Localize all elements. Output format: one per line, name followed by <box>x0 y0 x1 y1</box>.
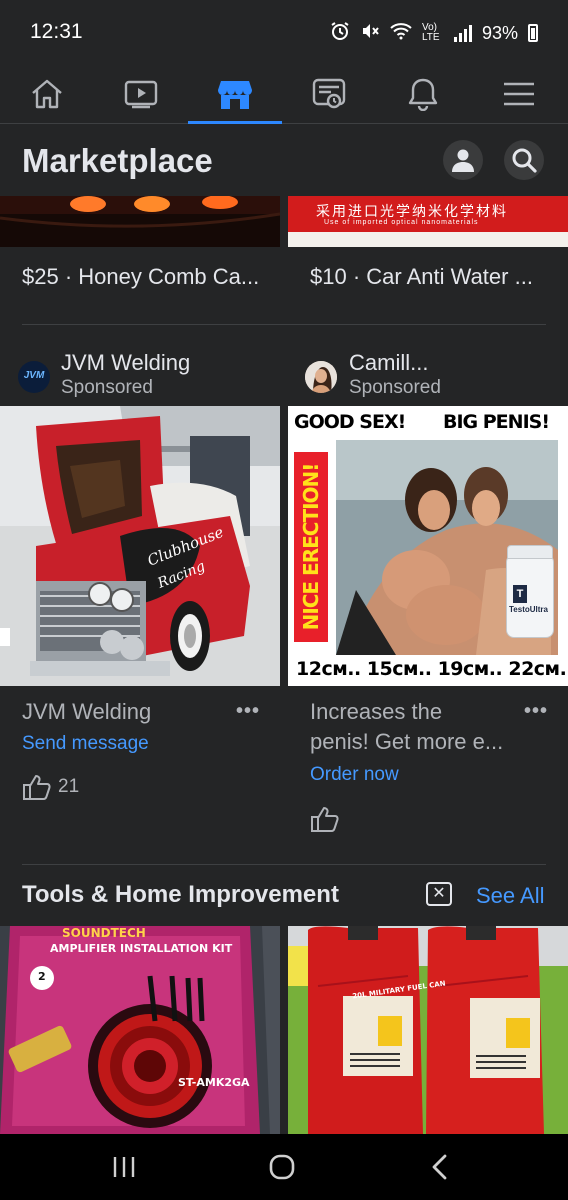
listing-image-honeycomb[interactable] <box>0 196 280 247</box>
search-icon <box>512 148 537 173</box>
ad-title[interactable]: JVM Welding <box>22 697 151 727</box>
order-now-button[interactable]: Order now <box>310 764 399 786</box>
profile-button[interactable] <box>443 140 483 180</box>
nav-menu[interactable] <box>470 64 568 124</box>
tools-item-amp-kit[interactable]: SOUNDTECH AMPLIFIER INSTALLATION KIT 2 S… <box>0 926 280 1134</box>
alarm-icon <box>330 21 350 46</box>
news-feed-icon <box>312 78 346 109</box>
avatar[interactable]: JVM <box>18 361 50 393</box>
home-button[interactable] <box>242 1134 322 1200</box>
battery-percent: 93% <box>481 22 518 43</box>
send-message-button[interactable]: Send message <box>22 733 149 755</box>
network-label: Vo) LTE <box>421 22 440 43</box>
thumbs-up-icon <box>311 807 339 832</box>
home-button-icon <box>269 1154 295 1180</box>
back-button[interactable] <box>400 1134 480 1200</box>
see-all-link[interactable]: See All <box>476 883 545 909</box>
listing-image-anti-water[interactable]: 采用进口光学纳米化学材料 Use of imported optical nan… <box>288 196 568 247</box>
tools-item-fuel-cans[interactable]: 20L MILITARY FUEL CAN <box>288 926 568 1134</box>
nav-marketplace[interactable] <box>188 64 282 124</box>
bell-icon <box>408 78 438 111</box>
mute-icon <box>360 21 380 46</box>
ad-image-sizes: 12см.. 15см.. 19см.. 22см.. <box>296 658 568 680</box>
marketplace-icon <box>218 81 252 109</box>
back-icon <box>432 1154 447 1180</box>
page-title: Marketplace <box>22 142 213 179</box>
fuel-can-photo <box>288 926 568 1134</box>
status-icons: Vo) LTE 93% <box>330 20 538 46</box>
status-bar: 12:31 Vo) LTE 93% <box>0 0 568 64</box>
ad-title-line1[interactable]: Increases the <box>310 697 442 727</box>
amp-kit-label: AMPLIFIER INSTALLATION KIT <box>50 942 233 955</box>
listing-banner-text: 采用进口光学纳米化学材料 <box>316 204 508 220</box>
signal-icon <box>453 24 472 42</box>
like-button[interactable]: 21 <box>22 773 79 801</box>
home-icon <box>32 79 62 109</box>
product-bottle: T TestoUltra <box>506 545 554 638</box>
recents-button[interactable] <box>84 1134 164 1200</box>
car-photo: Clubhouse Racing <box>0 406 280 686</box>
listing-photo <box>0 196 280 247</box>
product-bottle-label: TestoUltra <box>509 605 548 614</box>
top-navigation <box>0 64 568 124</box>
nav-video[interactable] <box>94 64 188 124</box>
listing-banner-subtext: Use of imported optical nanomaterials <box>324 219 479 226</box>
ad-image-side-text: NICE ERECTION! <box>294 452 328 642</box>
avatar-label: JVM <box>23 370 45 381</box>
avatar[interactable] <box>305 361 337 393</box>
listing-title[interactable]: $10 · Car Anti Water ... <box>310 264 560 290</box>
amp-kit-model: ST-AMK2GA <box>178 1076 250 1089</box>
battery-icon <box>528 24 538 42</box>
sponsor-name[interactable]: Camill... <box>349 350 428 376</box>
divider <box>22 324 546 325</box>
thumbs-up-icon <box>23 775 51 800</box>
system-navigation-bar <box>0 1134 568 1200</box>
divider <box>22 864 546 865</box>
amp-kit-gauge: 2 <box>38 970 46 983</box>
nav-feeds[interactable] <box>282 64 376 124</box>
more-options-button[interactable]: ••• <box>236 700 260 723</box>
wifi-icon <box>390 22 412 45</box>
section-title: Tools & Home Improvement <box>22 881 339 908</box>
amp-kit-brand: SOUNDTECH <box>62 926 146 940</box>
ad-image-car[interactable]: Clubhouse Racing <box>0 406 280 686</box>
sponsored-label: Sponsored <box>349 377 441 398</box>
like-count: 21 <box>58 776 80 797</box>
ad-image-headline-right: BIG PENIS! <box>443 411 550 433</box>
marketplace-header: Marketplace <box>0 124 568 196</box>
avatar-photo <box>305 361 337 393</box>
close-icon: ✕ <box>432 885 446 902</box>
video-icon <box>124 80 158 109</box>
search-button[interactable] <box>504 140 544 180</box>
nav-notifications[interactable] <box>376 64 470 124</box>
menu-icon <box>504 82 534 106</box>
ad-image-headline-left: GOOD SEX! <box>294 411 406 433</box>
nav-home[interactable] <box>0 64 94 124</box>
listing-title[interactable]: $25 · Honey Comb Ca... <box>22 264 272 290</box>
sponsor-name[interactable]: JVM Welding <box>61 350 190 376</box>
ad-image-product[interactable]: GOOD SEX! BIG PENIS! NICE ERECTION! T Te… <box>288 406 568 686</box>
ad-title-line2[interactable]: penis! Get more e... <box>310 727 503 757</box>
amp-kit-photo <box>0 926 280 1134</box>
recents-icon <box>113 1157 135 1177</box>
status-time: 12:31 <box>30 20 83 43</box>
more-options-button[interactable]: ••• <box>524 700 548 723</box>
person-icon <box>452 149 474 172</box>
sponsored-label: Sponsored <box>61 377 153 398</box>
like-button[interactable] <box>310 805 340 833</box>
dismiss-section-button[interactable]: ✕ <box>426 882 452 906</box>
